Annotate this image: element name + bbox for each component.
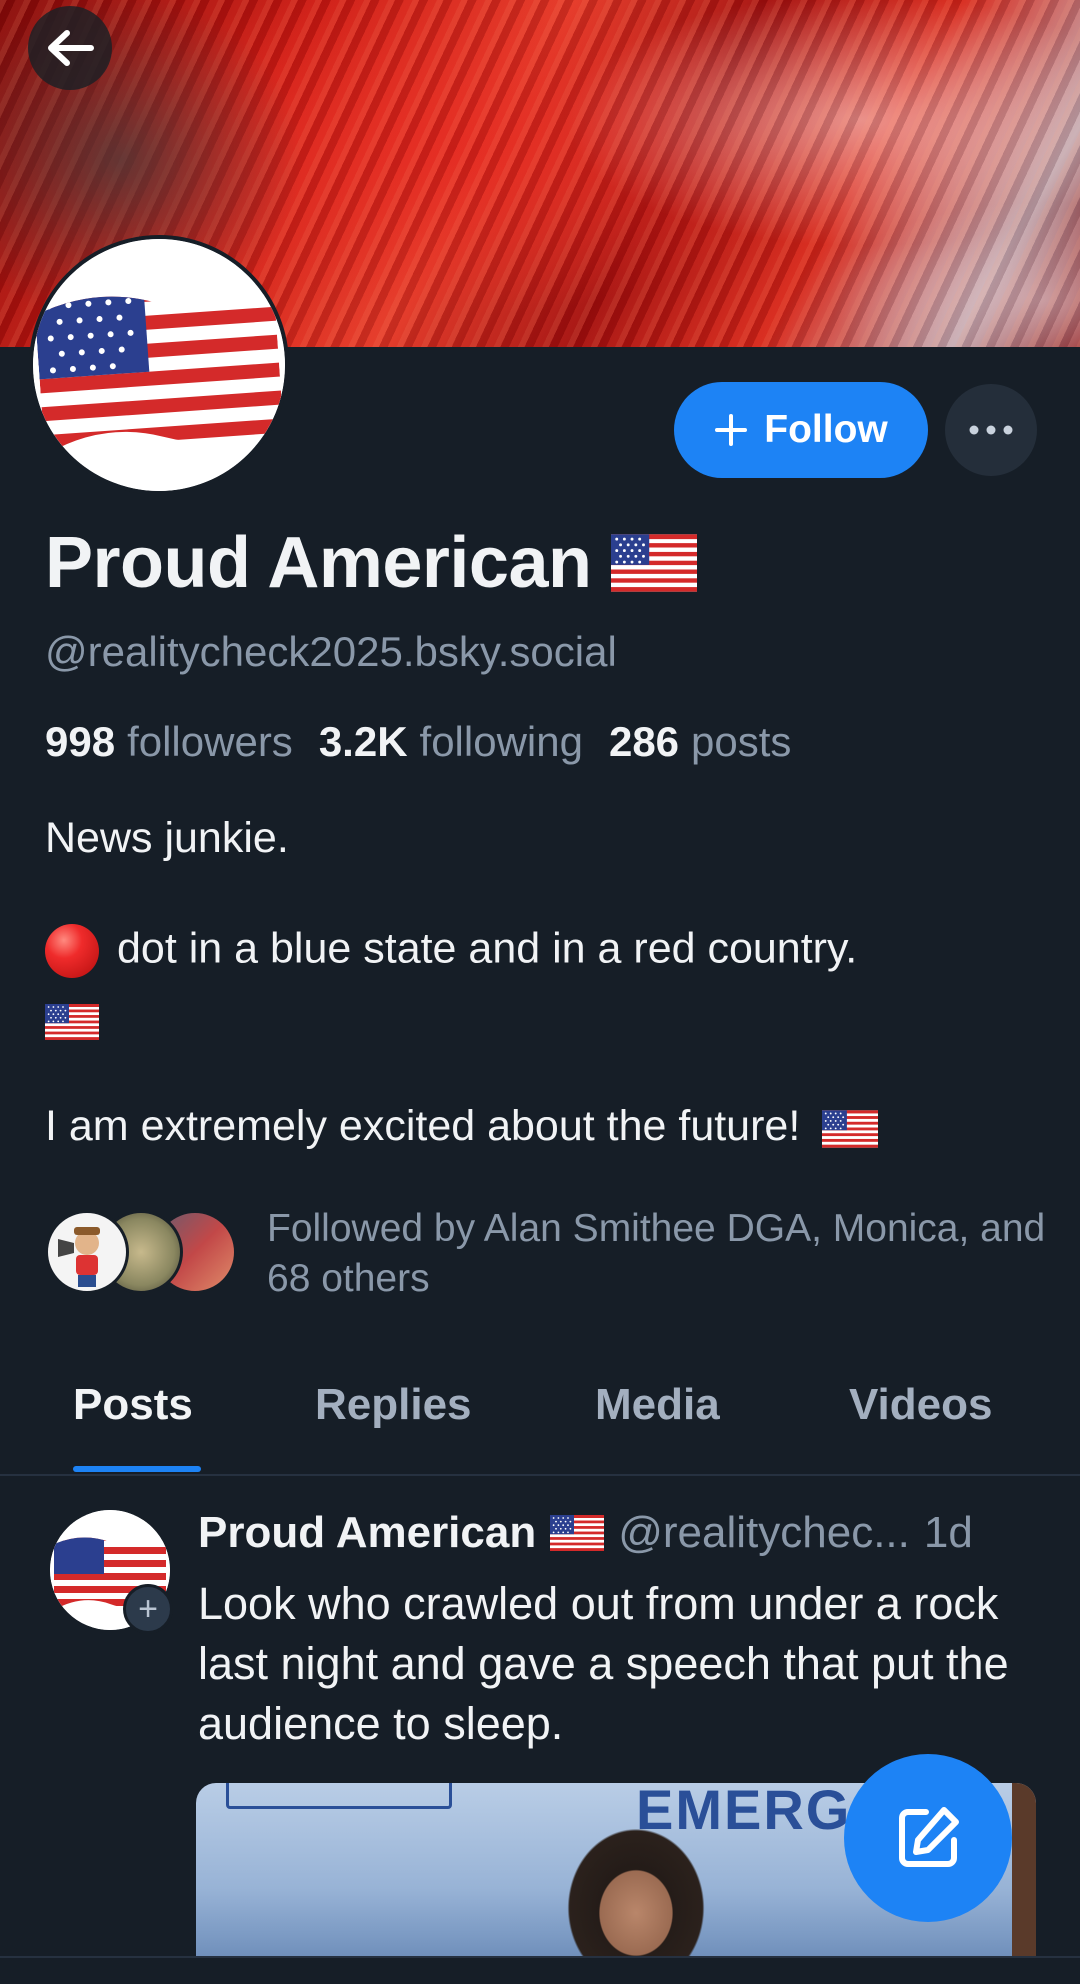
- avatar: [45, 1210, 129, 1294]
- flag-emoji-icon: [611, 534, 697, 592]
- followers-stat[interactable]: 998 followers: [45, 718, 293, 766]
- followed-by-row[interactable]: Followed by Alan Smithee DGA, Monica, an…: [45, 1207, 1080, 1304]
- post-author-handle[interactable]: @realitychec...: [618, 1508, 910, 1558]
- post-image-right-edge: [1012, 1783, 1036, 1958]
- flag-emoji-icon: [822, 1109, 878, 1149]
- profile-tabs: Posts Replies Media Videos: [0, 1360, 1080, 1476]
- following-stat[interactable]: 3.2K following: [319, 718, 583, 766]
- posts-stat: 286 posts: [608, 718, 792, 765]
- follower-avatars: [45, 1210, 237, 1294]
- more-options-button[interactable]: [945, 384, 1037, 476]
- plus-icon: [715, 414, 748, 446]
- tab-posts[interactable]: Posts: [73, 1380, 193, 1430]
- post-image-sign-left: [226, 1783, 452, 1809]
- tab-media[interactable]: Media: [595, 1380, 720, 1430]
- flag-avatar-image: [33, 239, 285, 491]
- profile-handle: @realitycheck2025.bsky.social: [45, 628, 617, 675]
- post-time[interactable]: 1d: [924, 1508, 973, 1558]
- bio-line-2: dot in a blue state and in a red country…: [45, 924, 857, 978]
- followed-by-text: Followed by Alan Smithee DGA, Monica, an…: [267, 1207, 1046, 1300]
- active-tab-indicator: [73, 1466, 201, 1472]
- follow-label: Follow: [764, 408, 888, 451]
- bio-line-1: News junkie.: [45, 814, 289, 862]
- display-name: Proud American: [45, 523, 592, 603]
- post-text: Look who crawled out from under a rock l…: [198, 1578, 1009, 1749]
- red-dot-emoji-icon: [45, 924, 99, 978]
- post-author-name[interactable]: Proud American: [198, 1508, 536, 1558]
- tab-videos[interactable]: Videos: [849, 1380, 992, 1430]
- post-header: Proud American @realitychec... 1d: [198, 1508, 973, 1558]
- follow-button[interactable]: Follow: [674, 382, 928, 478]
- back-button[interactable]: [28, 6, 112, 90]
- compose-icon: [899, 1807, 959, 1867]
- follow-author-plus-icon[interactable]: +: [123, 1584, 173, 1634]
- tab-replies[interactable]: Replies: [315, 1380, 472, 1430]
- compose-button[interactable]: [844, 1754, 1012, 1922]
- bio-line-3: I am extremely excited about the future!: [45, 1102, 878, 1151]
- profile-name: Proud American: [45, 522, 697, 604]
- more-icon: [969, 425, 1013, 435]
- profile-stats: 998 followers 3.2K following 286 posts: [45, 718, 791, 766]
- bio-flag: [45, 995, 99, 1044]
- profile-avatar[interactable]: [29, 235, 289, 495]
- back-arrow-icon: [48, 30, 94, 66]
- bottom-navigation-bar: [0, 1956, 1080, 1984]
- flag-emoji-icon: [550, 1514, 604, 1552]
- flag-emoji-icon: [45, 1003, 99, 1041]
